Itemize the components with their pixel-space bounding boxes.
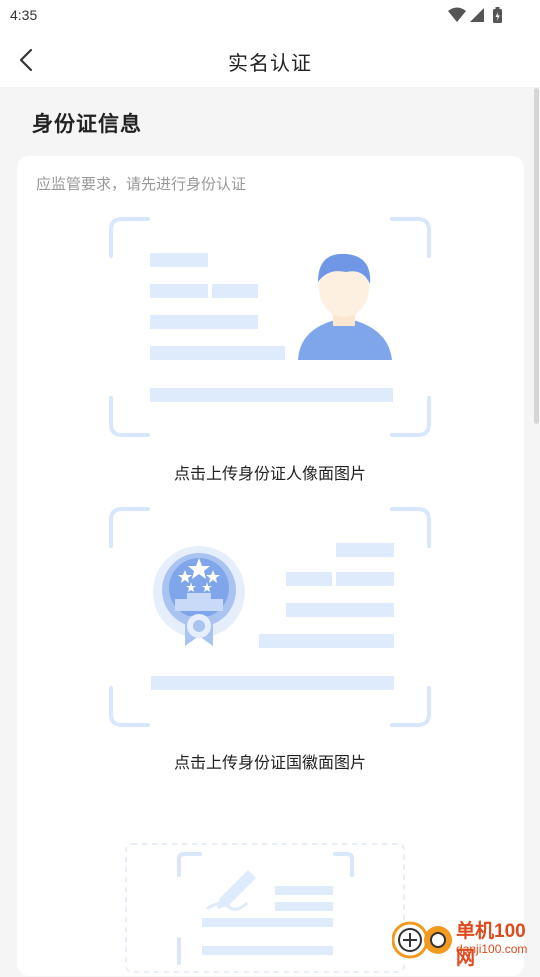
signature-illustration (125, 843, 405, 973)
status-time: 4:35 (10, 7, 38, 23)
national-emblem-icon (153, 546, 245, 646)
upload-emblem-label[interactable]: 点击上传身份证国徽面图片 (0, 749, 540, 773)
signal-icon (470, 8, 484, 22)
status-icons (448, 7, 502, 23)
pen-icon (206, 870, 256, 911)
page-title: 实名认证 (228, 51, 312, 75)
upload-signature[interactable] (125, 843, 405, 973)
upload-id-portrait[interactable] (108, 216, 432, 438)
id-card-emblem-illustration (109, 507, 431, 727)
watermark-url: danji100.com (456, 942, 528, 956)
upload-id-emblem[interactable] (108, 506, 432, 728)
scrollbar[interactable] (534, 88, 539, 424)
battery-icon (493, 7, 502, 23)
wifi-icon (448, 7, 466, 22)
avatar-icon (298, 253, 392, 360)
nav-bar: 实名认证 (0, 32, 540, 87)
id-card-portrait-illustration (109, 217, 431, 437)
status-bar: 4:35 (0, 0, 540, 32)
section-title: 身份证信息 (32, 112, 142, 136)
verification-hint: 应监管要求，请先进行身份认证 (36, 175, 247, 193)
upload-portrait-label[interactable]: 点击上传身份证人像面图片 (0, 460, 540, 484)
